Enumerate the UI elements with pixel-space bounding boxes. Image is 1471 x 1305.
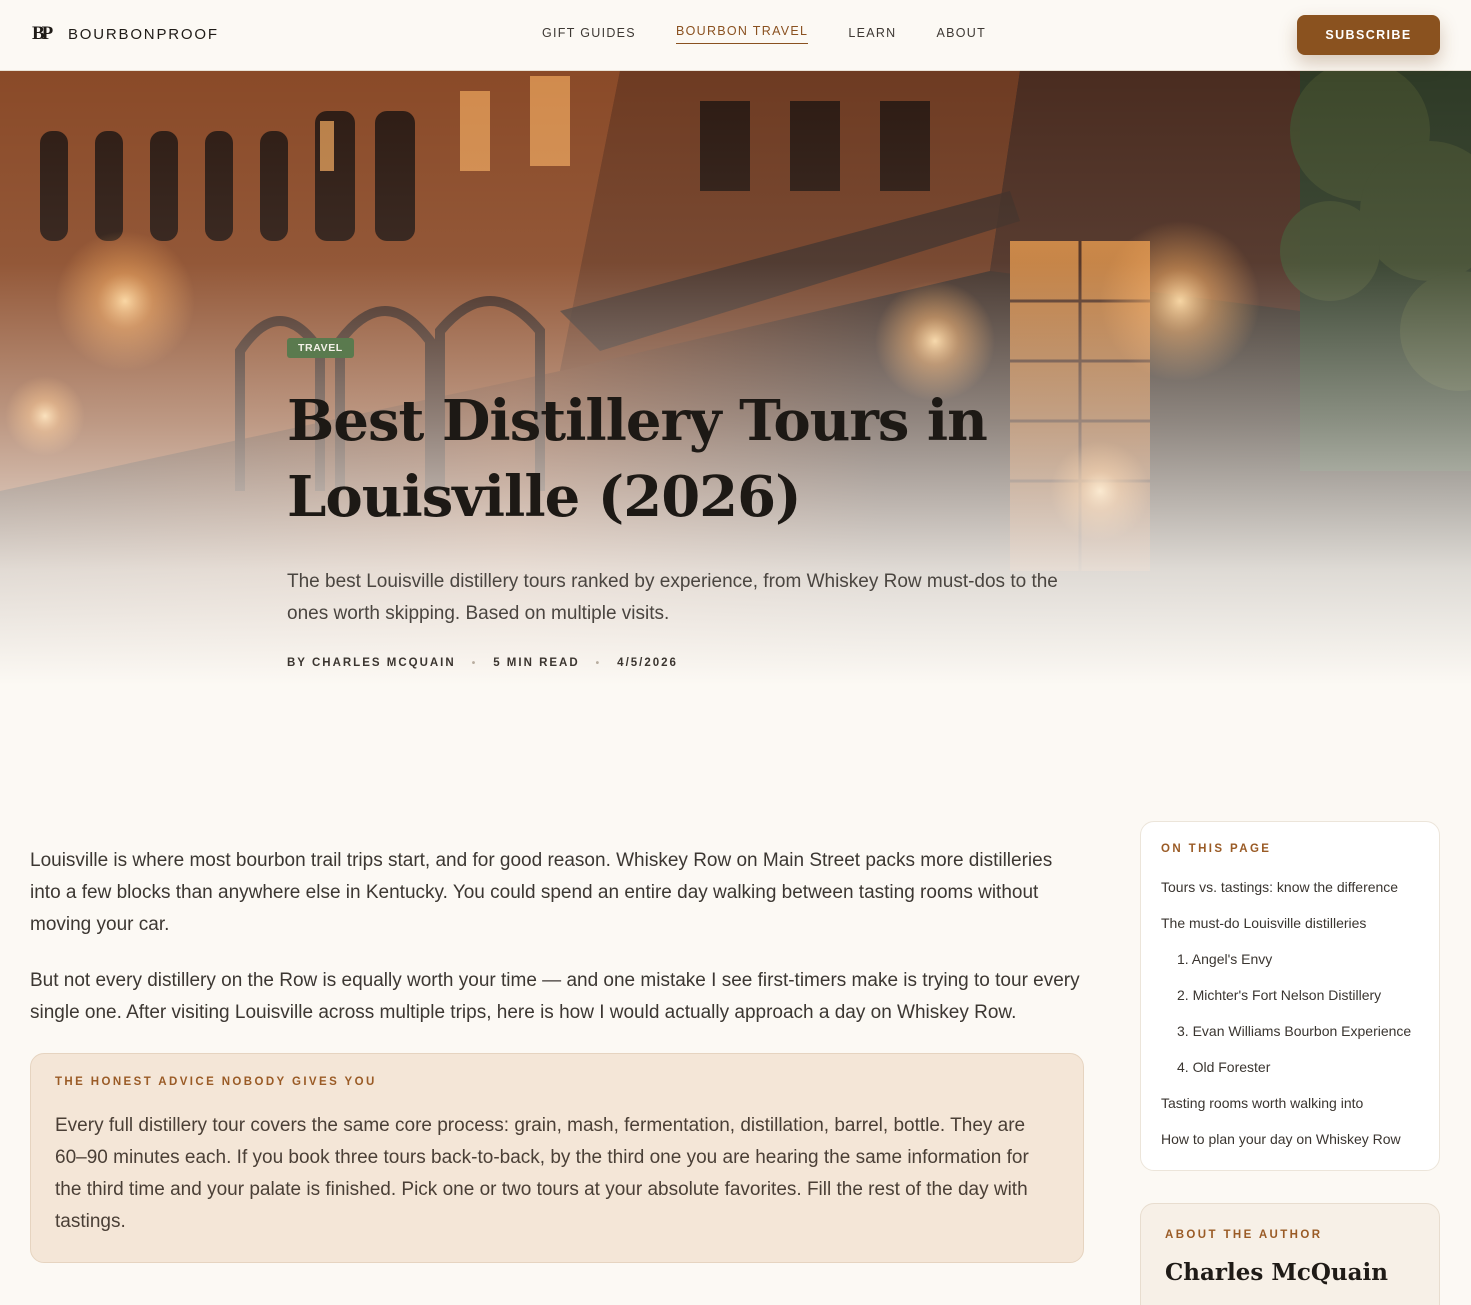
logo-text: BOURBONPROOF xyxy=(68,25,219,43)
toc-subitem[interactable]: 4. Old Forester xyxy=(1161,1049,1419,1085)
advice-callout: THE HONEST ADVICE NOBODY GIVES YOU Every… xyxy=(30,1053,1084,1263)
meta-date: 4/5/2026 xyxy=(617,657,678,669)
toc-item[interactable]: The must-do Louisville distilleries xyxy=(1161,905,1419,941)
site-header: BP BOURBONPROOF GIFT GUIDES BOURBON TRAV… xyxy=(0,0,1471,71)
meta-separator: • xyxy=(595,657,602,669)
callout-text: Every full distillery tour covers the sa… xyxy=(55,1115,1029,1232)
author-name[interactable]: Charles McQuain xyxy=(1165,1259,1415,1286)
toc-item[interactable]: Tours vs. tastings: know the difference xyxy=(1161,869,1419,905)
subscribe-button[interactable]: SUBSCRIBE xyxy=(1297,15,1440,55)
nav-bourbon-travel[interactable]: BOURBON TRAVEL xyxy=(675,24,809,44)
toc-subitem[interactable]: 3. Evan Williams Bourbon Experience xyxy=(1161,1013,1419,1049)
nav-gift-guides[interactable]: GIFT GUIDES xyxy=(542,26,636,46)
logo-mark-icon: BP xyxy=(32,23,53,44)
hero: TRAVEL Best Distillery Tours in Louisvil… xyxy=(0,71,1471,711)
category-badge[interactable]: TRAVEL xyxy=(287,338,354,358)
toc-list: Tours vs. tastings: know the difference … xyxy=(1161,869,1419,1157)
site-logo[interactable]: BP BOURBONPROOF xyxy=(32,23,219,45)
meta-author[interactable]: BY CHARLES MCQUAIN xyxy=(287,657,456,669)
nav-learn[interactable]: LEARN xyxy=(848,26,896,46)
hero-content: TRAVEL Best Distillery Tours in Louisvil… xyxy=(287,338,1107,669)
nav-about[interactable]: ABOUT xyxy=(937,26,987,46)
article-meta: BY CHARLES MCQUAIN • 5 MIN READ • 4/5/20… xyxy=(287,657,1107,669)
article-dek: The best Louisville distillery tours ran… xyxy=(287,571,1058,624)
toc-subitem[interactable]: 2. Michter's Fort Nelson Distillery xyxy=(1161,977,1419,1013)
main-nav: GIFT GUIDES BOURBON TRAVEL LEARN ABOUT xyxy=(542,24,1026,46)
toc-item[interactable]: Tasting rooms worth walking into xyxy=(1161,1085,1419,1121)
toc-subitem[interactable]: 1. Angel's Envy xyxy=(1161,941,1419,977)
article-title: Best Distillery Tours in Louisville (202… xyxy=(287,388,988,530)
toc-label: ON THIS PAGE xyxy=(1161,843,1272,855)
author-card: ABOUT THE AUTHOR Charles McQuain xyxy=(1140,1203,1440,1305)
callout-label: THE HONEST ADVICE NOBODY GIVES YOU xyxy=(55,1076,377,1088)
author-label: ABOUT THE AUTHOR xyxy=(1165,1229,1323,1241)
toc-item[interactable]: How to plan your day on Whiskey Row xyxy=(1161,1121,1419,1157)
table-of-contents: ON THIS PAGE Tours vs. tastings: know th… xyxy=(1140,821,1440,1171)
meta-read-time: 5 MIN READ xyxy=(493,657,580,669)
article-paragraph: Louisville is where most bourbon trail t… xyxy=(30,850,1053,935)
article-body: Louisville is where most bourbon trail t… xyxy=(30,845,1085,1263)
article-paragraph: But not every distillery on the Row is e… xyxy=(30,970,1080,1023)
meta-separator: • xyxy=(471,657,478,669)
